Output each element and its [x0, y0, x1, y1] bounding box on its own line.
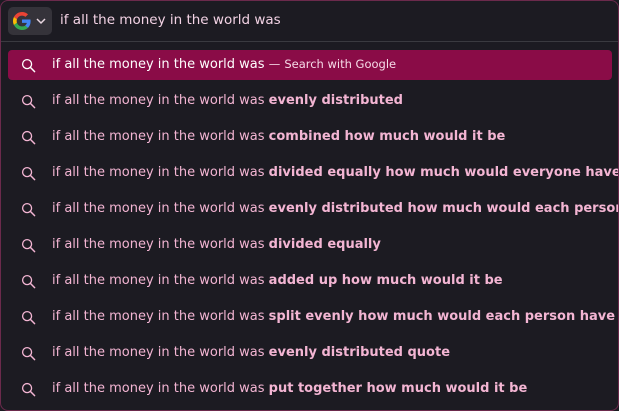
suggestion-completion: combined how much would it be — [268, 129, 506, 144]
search-engine-button[interactable] — [8, 7, 52, 35]
suggestion-search-with-google[interactable]: if all the money in the world was — Sear… — [8, 50, 612, 80]
search-icon — [21, 346, 36, 361]
google-logo-icon — [13, 12, 31, 30]
suggestion-completion: evenly distributed how much would each p… — [268, 201, 618, 216]
suggestion-label: if all the money in the world was combin… — [52, 129, 505, 144]
suggestion-label: if all the money in the world was evenly… — [52, 201, 618, 216]
search-icon — [21, 202, 36, 217]
suggestion-item[interactable]: if all the money in the world was evenly… — [8, 338, 612, 368]
suggestion-item[interactable]: if all the money in the world was put to… — [8, 374, 612, 404]
suggestion-label: if all the money in the world was put to… — [52, 381, 527, 396]
suggestion-prefix: if all the money in the world was — [52, 381, 269, 396]
suggestion-item[interactable]: if all the money in the world was split … — [8, 302, 615, 332]
suggestion-completion: divided equally how much would everyone … — [268, 165, 619, 180]
suggestion-label: if all the money in the world was split … — [52, 309, 615, 324]
suggestion-label: if all the money in the world was divide… — [52, 165, 619, 180]
suggestion-label: if all the money in the world was added … — [52, 273, 503, 288]
search-icon — [21, 382, 36, 397]
suggestion-completion: split evenly how much would each person … — [268, 309, 616, 324]
search-icon — [21, 166, 36, 181]
search-icon — [21, 310, 36, 325]
search-input[interactable]: if all the money in the world was — [60, 12, 281, 28]
suggestion-prefix: if all the money in the world was — [52, 309, 269, 324]
suggestion-completion: evenly distributed — [268, 93, 403, 108]
suggestion-prefix: if all the money in the world was — [52, 201, 269, 216]
search-icon — [21, 94, 36, 109]
suggestion-completion: evenly distributed quote — [268, 345, 451, 360]
search-icon — [21, 130, 36, 145]
search-icon — [21, 274, 36, 289]
address-bar-popup: if all the money in the world was if all… — [0, 0, 619, 411]
suggestion-prefix: if all the money in the world was — [52, 345, 269, 360]
suggestion-prefix: if all the money in the world was — [52, 273, 269, 288]
search-icon — [21, 238, 36, 253]
suggestion-label: if all the money in the world was evenly… — [52, 345, 450, 360]
suggestion-item[interactable]: if all the money in the world was evenly… — [8, 194, 618, 224]
suggestion-prefix: if all the money in the world was — [52, 93, 269, 108]
suggestion-label: if all the money in the world was evenly… — [52, 93, 403, 108]
suggestion-label: if all the money in the world was divide… — [52, 237, 381, 252]
suggestion-item[interactable]: if all the money in the world was added … — [8, 266, 612, 296]
suggestion-prefix: if all the money in the world was — [52, 165, 269, 180]
suggestion-item[interactable]: if all the money in the world was evenly… — [8, 86, 612, 116]
suggestion-item[interactable]: if all the money in the world was combin… — [8, 122, 612, 152]
url-bar: if all the money in the world was — [1, 1, 618, 42]
suggestion-completion: divided equally — [268, 237, 381, 252]
suggestion-prefix: if all the money in the world was — [52, 57, 265, 72]
chevron-down-icon — [36, 18, 46, 25]
suggestion-completion: added up how much would it be — [268, 273, 503, 288]
suggestion-item[interactable]: if all the money in the world was divide… — [8, 158, 618, 188]
suggestion-label: if all the money in the world was — Sear… — [52, 57, 396, 72]
search-with-google-label: Search with Google — [284, 57, 397, 71]
suggestion-prefix: if all the money in the world was — [52, 237, 269, 252]
suggestion-prefix: if all the money in the world was — [52, 129, 269, 144]
separator: — — [268, 57, 281, 71]
suggestion-item[interactable]: if all the money in the world was divide… — [8, 230, 612, 260]
suggestion-completion: put together how much would it be — [268, 381, 528, 396]
search-icon — [21, 58, 36, 73]
